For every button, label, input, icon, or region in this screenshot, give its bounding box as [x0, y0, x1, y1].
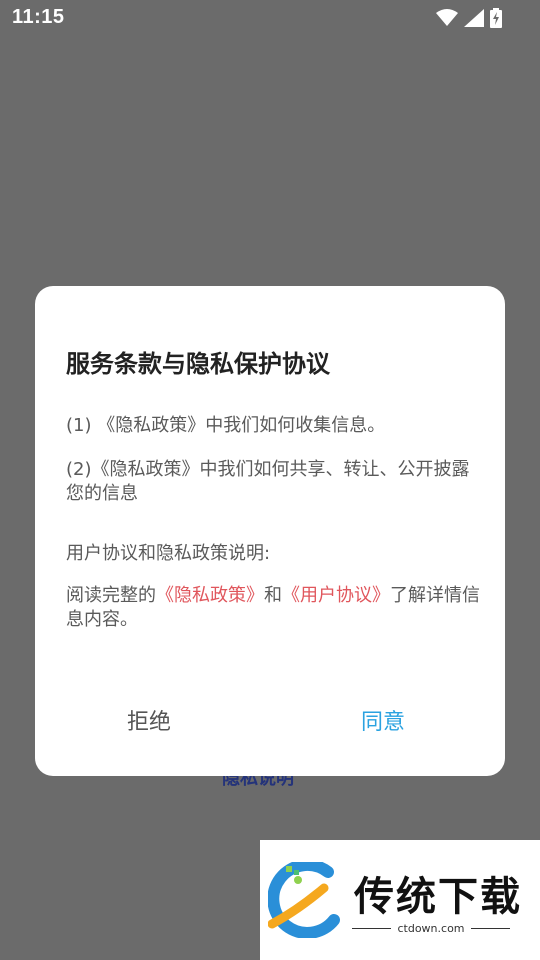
watermark-text: 传统下载 [354, 874, 522, 920]
status-bar: 11:15 [0, 0, 540, 36]
divider [470, 928, 510, 929]
read-notice: 阅读完整的《隐私政策》和《用户协议》了解详情信息内容。 [66, 584, 486, 632]
status-icons [436, 8, 502, 28]
watermark-domain-row: ctdown.com [352, 922, 510, 935]
privacy-dialog: 服务条款与隐私保护协议 (1) 《隐私政策》中我们如何收集信息。 (2)《隐私政… [35, 286, 505, 776]
battery-charging-icon [490, 8, 502, 28]
section-label: 用户协议和隐私政策说明: [66, 543, 271, 564]
agree-button[interactable]: 同意 [361, 704, 405, 736]
status-time: 11:15 [12, 6, 65, 28]
and-text: 和 [264, 585, 282, 606]
policy-item-2: (2)《隐私政策》中我们如何共享、转让、公开披露您的信息 [66, 459, 470, 504]
policy-item-1: (1) 《隐私政策》中我们如何收集信息。 [66, 415, 386, 436]
dialog-title: 服务条款与隐私保护协议 [66, 350, 330, 378]
reject-button[interactable]: 拒绝 [127, 704, 171, 736]
privacy-policy-link[interactable]: 《隐私政策》 [156, 585, 264, 606]
divider [352, 928, 392, 929]
user-agreement-link[interactable]: 《用户协议》 [282, 585, 390, 606]
signal-icon [464, 9, 484, 27]
wifi-icon [436, 9, 458, 26]
watermark-logo-icon [268, 862, 340, 938]
watermark-domain: ctdown.com [397, 922, 465, 935]
watermark: 传统下载 ctdown.com [260, 840, 540, 960]
read-prefix: 阅读完整的 [66, 585, 156, 606]
